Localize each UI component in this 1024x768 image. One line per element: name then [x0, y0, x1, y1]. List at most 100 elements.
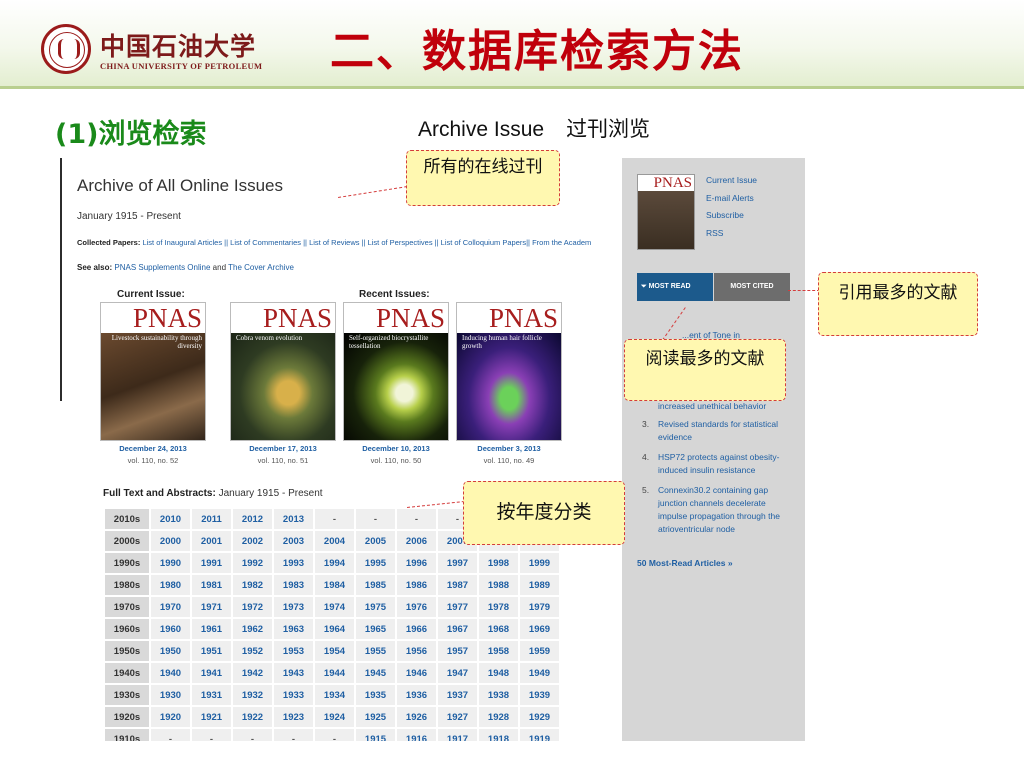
- year-link[interactable]: 1994: [315, 553, 354, 573]
- year-link[interactable]: 1991: [192, 553, 231, 573]
- year-link[interactable]: 1959: [520, 641, 559, 661]
- year-link[interactable]: 1956: [397, 641, 436, 661]
- year-link[interactable]: 1925: [356, 707, 395, 727]
- year-link[interactable]: 1974: [315, 597, 354, 617]
- year-link[interactable]: 1952: [233, 641, 272, 661]
- issue-date[interactable]: December 17, 2013: [230, 444, 336, 453]
- year-link[interactable]: 1942: [233, 663, 272, 683]
- year-link[interactable]: 1958: [479, 641, 518, 661]
- list-item[interactable]: 3. Revised standards for statistical evid…: [642, 418, 792, 444]
- year-link[interactable]: 2010: [151, 509, 190, 529]
- year-link[interactable]: 1916: [397, 729, 436, 741]
- year-link[interactable]: 1955: [356, 641, 395, 661]
- year-link[interactable]: 1939: [520, 685, 559, 705]
- year-link[interactable]: 1995: [356, 553, 395, 573]
- year-link[interactable]: 1921: [192, 707, 231, 727]
- year-link[interactable]: 1987: [438, 575, 477, 595]
- year-link[interactable]: 1931: [192, 685, 231, 705]
- issue-cover-1[interactable]: PNAS Livestock sustainability through di…: [100, 302, 206, 441]
- year-link[interactable]: 1932: [233, 685, 272, 705]
- year-link[interactable]: 1964: [315, 619, 354, 639]
- year-link[interactable]: 1936: [397, 685, 436, 705]
- year-link[interactable]: 2000: [151, 531, 190, 551]
- year-link[interactable]: 1970: [151, 597, 190, 617]
- cover-archive-link[interactable]: The Cover Archive: [228, 263, 294, 272]
- year-link[interactable]: 1963: [274, 619, 313, 639]
- sidebar-cover-thumbnail[interactable]: PNAS: [637, 174, 695, 250]
- year-link[interactable]: 1985: [356, 575, 395, 595]
- year-link[interactable]: 1927: [438, 707, 477, 727]
- year-link[interactable]: 1977: [438, 597, 477, 617]
- year-link[interactable]: 1929: [520, 707, 559, 727]
- issue-date[interactable]: December 3, 2013: [456, 444, 562, 453]
- year-link[interactable]: 1966: [397, 619, 436, 639]
- year-link[interactable]: 1924: [315, 707, 354, 727]
- article-link-2[interactable]: increased unethical behavior: [658, 401, 766, 411]
- year-link[interactable]: 1975: [356, 597, 395, 617]
- year-link[interactable]: 1996: [397, 553, 436, 573]
- email-alerts-link[interactable]: E-mail Alerts: [706, 190, 757, 208]
- year-link[interactable]: 1989: [520, 575, 559, 595]
- issue-cover-2[interactable]: PNAS Cobra venom evolution: [230, 302, 336, 441]
- year-link[interactable]: 1971: [192, 597, 231, 617]
- year-link[interactable]: 1986: [397, 575, 436, 595]
- year-link[interactable]: 1950: [151, 641, 190, 661]
- issue-cover-4[interactable]: PNAS Inducing human hair follicle growth: [456, 302, 562, 441]
- collected-papers-links[interactable]: List of Inaugural Articles || List of Co…: [142, 238, 591, 247]
- year-link[interactable]: 1945: [356, 663, 395, 683]
- year-link[interactable]: 1978: [479, 597, 518, 617]
- year-link[interactable]: 2012: [233, 509, 272, 529]
- year-link[interactable]: 1940: [151, 663, 190, 683]
- year-link[interactable]: 1954: [315, 641, 354, 661]
- year-link[interactable]: 1967: [438, 619, 477, 639]
- year-link[interactable]: 2011: [192, 509, 231, 529]
- year-link[interactable]: 1928: [479, 707, 518, 727]
- year-link[interactable]: 1918: [479, 729, 518, 741]
- year-link[interactable]: 1984: [315, 575, 354, 595]
- year-link[interactable]: 1983: [274, 575, 313, 595]
- year-link[interactable]: 1933: [274, 685, 313, 705]
- year-link[interactable]: 1979: [520, 597, 559, 617]
- year-link[interactable]: 1969: [520, 619, 559, 639]
- year-link[interactable]: 1992: [233, 553, 272, 573]
- more-most-read-link[interactable]: 50 Most-Read Articles »: [637, 558, 733, 568]
- year-link[interactable]: 1973: [274, 597, 313, 617]
- year-link[interactable]: 1993: [274, 553, 313, 573]
- year-link[interactable]: 1926: [397, 707, 436, 727]
- year-link[interactable]: 1976: [397, 597, 436, 617]
- year-link[interactable]: 2003: [274, 531, 313, 551]
- year-link[interactable]: 1943: [274, 663, 313, 683]
- year-link[interactable]: 1957: [438, 641, 477, 661]
- year-link[interactable]: 1948: [479, 663, 518, 683]
- year-link[interactable]: 1930: [151, 685, 190, 705]
- year-link[interactable]: 1919: [520, 729, 559, 741]
- year-link[interactable]: 1946: [397, 663, 436, 683]
- year-link[interactable]: 1972: [233, 597, 272, 617]
- year-link[interactable]: 1915: [356, 729, 395, 741]
- year-link[interactable]: 1934: [315, 685, 354, 705]
- current-issue-link[interactable]: Current Issue: [706, 172, 757, 190]
- year-link[interactable]: 1947: [438, 663, 477, 683]
- year-link[interactable]: 1935: [356, 685, 395, 705]
- year-link[interactable]: 1949: [520, 663, 559, 683]
- year-link[interactable]: 2005: [356, 531, 395, 551]
- year-link[interactable]: 1960: [151, 619, 190, 639]
- year-link[interactable]: 1980: [151, 575, 190, 595]
- year-link[interactable]: 1937: [438, 685, 477, 705]
- list-item[interactable]: 5. Connexin30.2 containing gap junction c…: [642, 484, 792, 536]
- year-link[interactable]: 1962: [233, 619, 272, 639]
- year-link[interactable]: 1917: [438, 729, 477, 741]
- year-link[interactable]: 1922: [233, 707, 272, 727]
- year-link[interactable]: 1981: [192, 575, 231, 595]
- year-link[interactable]: 1999: [520, 553, 559, 573]
- tab-most-cited[interactable]: MOST CITED: [714, 273, 790, 301]
- year-link[interactable]: 1923: [274, 707, 313, 727]
- year-link[interactable]: 1997: [438, 553, 477, 573]
- year-link[interactable]: 1941: [192, 663, 231, 683]
- rss-link[interactable]: RSS: [706, 225, 757, 243]
- year-link[interactable]: 1990: [151, 553, 190, 573]
- year-link[interactable]: 1961: [192, 619, 231, 639]
- year-link[interactable]: 2006: [397, 531, 436, 551]
- issue-date[interactable]: December 10, 2013: [343, 444, 449, 453]
- tab-most-read[interactable]: ⏷ MOST READ: [637, 273, 713, 301]
